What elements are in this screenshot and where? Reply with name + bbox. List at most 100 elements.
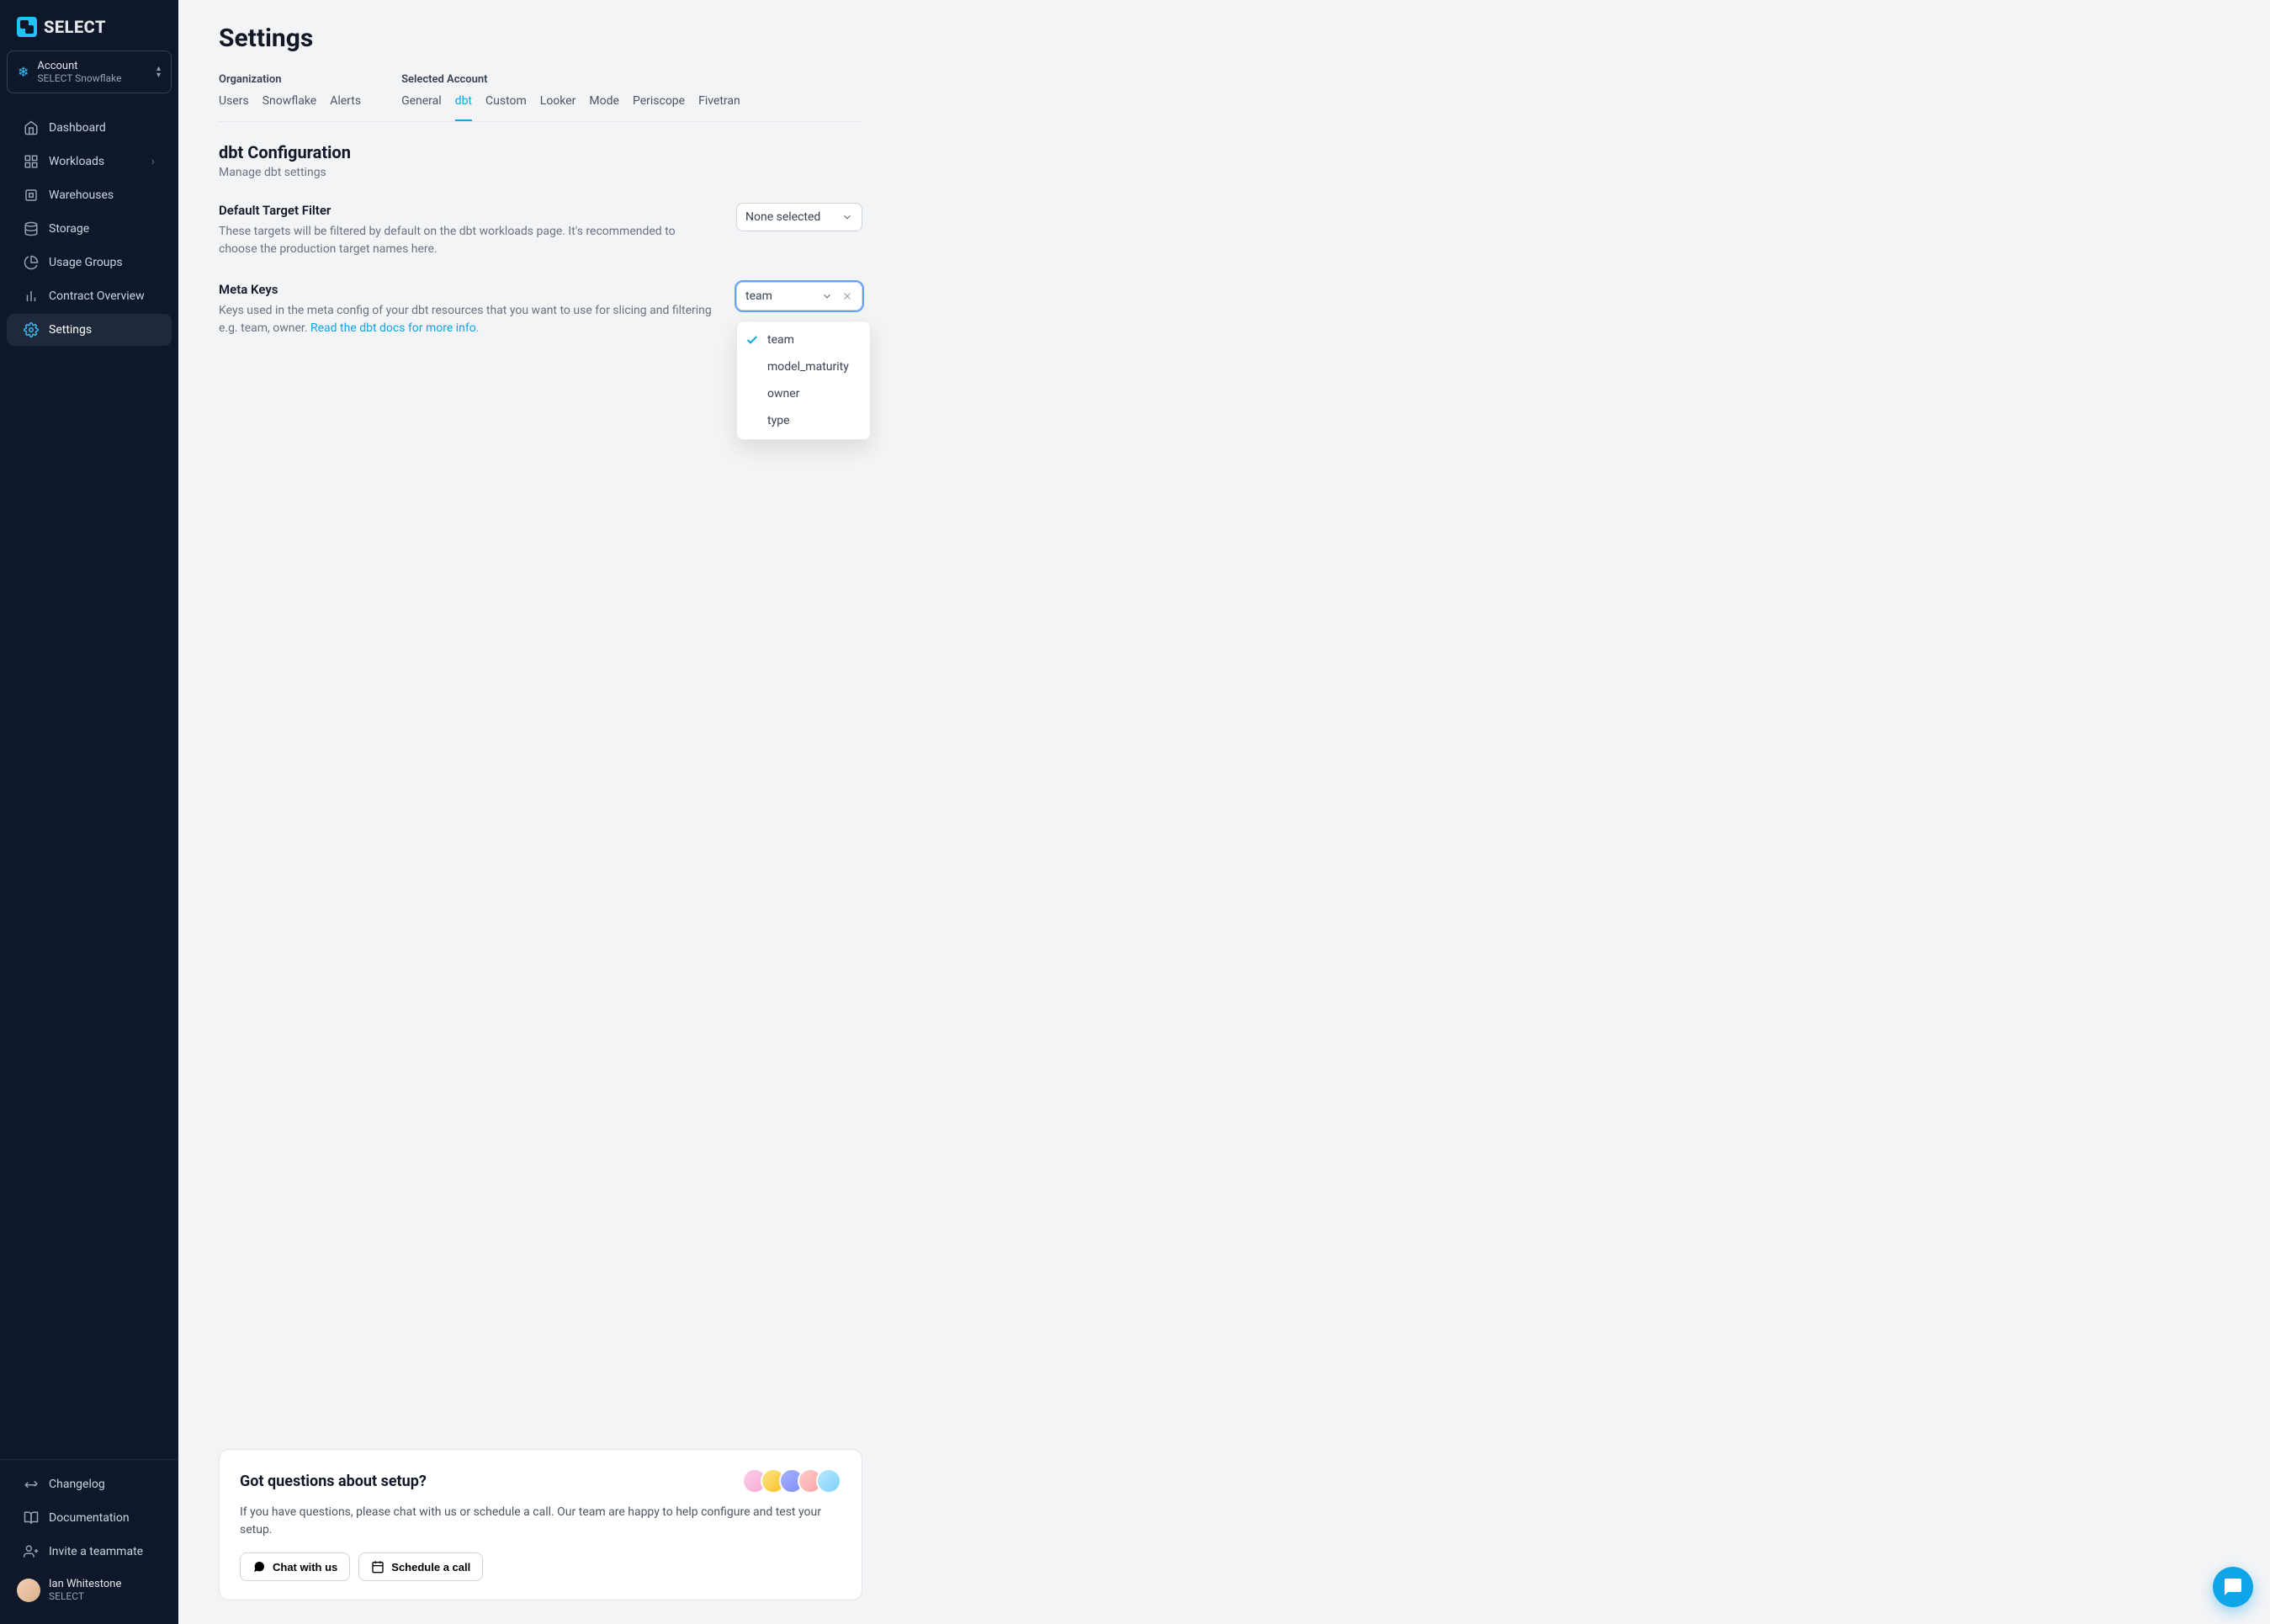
avatar (17, 1579, 40, 1602)
sidebar-item-storage[interactable]: Storage (7, 213, 172, 245)
dropdown-option-team[interactable]: team (737, 326, 870, 353)
setting-label: Default Target Filter (219, 203, 716, 218)
chat-icon (252, 1560, 266, 1574)
sidebar-item-label: Documentation (49, 1511, 130, 1525)
meta-keys-select[interactable]: team (736, 282, 862, 310)
sidebar-item-label: Usage Groups (49, 256, 123, 269)
help-title: Got questions about setup? (240, 1473, 427, 1490)
gear-icon (24, 322, 39, 337)
sidebar-item-changelog[interactable]: Changelog (7, 1468, 172, 1500)
tab-alerts[interactable]: Alerts (330, 94, 361, 121)
option-label: team (767, 333, 794, 347)
sidebar-item-invite[interactable]: Invite a teammate (7, 1536, 172, 1568)
avatar (816, 1468, 841, 1494)
tab-mode[interactable]: Mode (589, 94, 619, 121)
sidebar: SELECT ❄ Account SELECT Snowflake ▴▾ Das… (0, 0, 178, 1624)
tab-dbt[interactable]: dbt (455, 94, 472, 121)
tab-group-label: Organization (219, 73, 361, 86)
select-value: team (745, 289, 772, 303)
check-icon (745, 333, 759, 347)
sidebar-item-label: Workloads (49, 155, 104, 168)
tab-group-selected-account: Selected Account General dbt Custom Look… (401, 73, 740, 121)
chat-bubble-icon (2223, 1577, 2243, 1597)
chevron-updown-icon: ▴▾ (156, 66, 161, 79)
calendar-icon (371, 1560, 385, 1574)
tab-general[interactable]: General (401, 94, 442, 121)
schedule-button[interactable]: Schedule a call (358, 1552, 483, 1581)
pie-icon (24, 255, 39, 270)
tab-fivetran[interactable]: Fivetran (698, 94, 740, 121)
sidebar-item-usage-groups[interactable]: Usage Groups (7, 247, 172, 279)
meta-keys-dropdown: team model_maturity owner type (736, 321, 871, 440)
account-label: Account (37, 60, 148, 72)
dropdown-option-model-maturity[interactable]: model_maturity (737, 353, 870, 380)
tab-group-label: Selected Account (401, 73, 740, 86)
bar-chart-icon (24, 289, 39, 304)
database-icon (24, 221, 39, 236)
setting-description: These targets will be filtered by defaul… (219, 223, 716, 258)
tab-snowflake[interactable]: Snowflake (263, 94, 317, 121)
chevron-down-icon (821, 290, 833, 302)
button-label: Chat with us (273, 1561, 337, 1574)
book-icon (24, 1510, 39, 1526)
clear-icon[interactable] (841, 290, 853, 302)
grid-icon (24, 154, 39, 169)
sidebar-nav: Dashboard Workloads › Warehouses Storage… (0, 103, 178, 1452)
chat-button[interactable]: Chat with us (240, 1552, 350, 1581)
tab-periscope[interactable]: Periscope (633, 94, 685, 121)
user-profile[interactable]: Ian Whitestone SELECT (0, 1569, 178, 1611)
main-content: Settings Organization Users Snowflake Al… (178, 0, 2270, 1624)
target-filter-select[interactable]: None selected (736, 203, 862, 231)
sidebar-divider (0, 1459, 178, 1460)
sidebar-item-warehouses[interactable]: Warehouses (7, 179, 172, 211)
setting-default-target-filter: Default Target Filter These targets will… (219, 203, 862, 258)
tabs-row: Organization Users Snowflake Alerts Sele… (219, 73, 862, 122)
help-description: If you have questions, please chat with … (240, 1504, 841, 1539)
button-label: Schedule a call (391, 1561, 470, 1574)
select-value: None selected (745, 210, 820, 224)
tab-users[interactable]: Users (219, 94, 249, 121)
tab-looker[interactable]: Looker (540, 94, 576, 121)
setting-description: Keys used in the meta config of your dbt… (219, 302, 716, 337)
cpu-icon (24, 188, 39, 203)
account-switcher[interactable]: ❄ Account SELECT Snowflake ▴▾ (7, 50, 172, 93)
logo-mark-icon (17, 17, 37, 37)
sidebar-item-settings[interactable]: Settings (7, 314, 172, 346)
snowflake-icon: ❄ (18, 64, 29, 80)
option-label: model_maturity (767, 360, 849, 374)
home-icon (24, 120, 39, 135)
sidebar-item-label: Contract Overview (49, 289, 145, 303)
sidebar-item-workloads[interactable]: Workloads › (7, 146, 172, 178)
dropdown-option-type[interactable]: type (737, 407, 870, 434)
page-title: Settings (219, 24, 2230, 53)
sidebar-item-label: Changelog (49, 1478, 105, 1491)
sidebar-item-label: Settings (49, 323, 92, 337)
sidebar-item-contract-overview[interactable]: Contract Overview (7, 280, 172, 312)
chevron-right-icon: › (151, 155, 155, 168)
tab-group-organization: Organization Users Snowflake Alerts (219, 73, 361, 121)
sidebar-footer: Changelog Documentation Invite a teammat… (0, 1467, 178, 1624)
chat-fab[interactable] (2213, 1567, 2253, 1607)
team-avatars (749, 1468, 841, 1494)
sidebar-item-label: Dashboard (49, 121, 106, 135)
setting-meta-keys: Meta Keys Keys used in the meta config o… (219, 282, 862, 337)
updown-icon (24, 1477, 39, 1492)
user-name: Ian Whitestone (49, 1578, 121, 1590)
tab-custom[interactable]: Custom (485, 94, 527, 121)
option-label: owner (767, 387, 799, 401)
option-label: type (767, 414, 790, 427)
user-plus-icon (24, 1544, 39, 1559)
sidebar-item-label: Warehouses (49, 188, 114, 202)
chevron-down-icon (841, 211, 853, 223)
account-name: SELECT Snowflake (37, 72, 148, 84)
sidebar-item-label: Invite a teammate (49, 1545, 143, 1558)
brand-name: SELECT (44, 17, 106, 37)
dropdown-option-owner[interactable]: owner (737, 380, 870, 407)
sidebar-item-documentation[interactable]: Documentation (7, 1502, 172, 1534)
setting-label: Meta Keys (219, 282, 716, 297)
sidebar-item-dashboard[interactable]: Dashboard (7, 112, 172, 144)
dbt-docs-link[interactable]: Read the dbt docs for more info. (310, 321, 479, 335)
sidebar-item-label: Storage (49, 222, 89, 236)
section-subtitle: Manage dbt settings (219, 166, 2230, 179)
help-card: Got questions about setup? If you have q… (219, 1449, 862, 1600)
